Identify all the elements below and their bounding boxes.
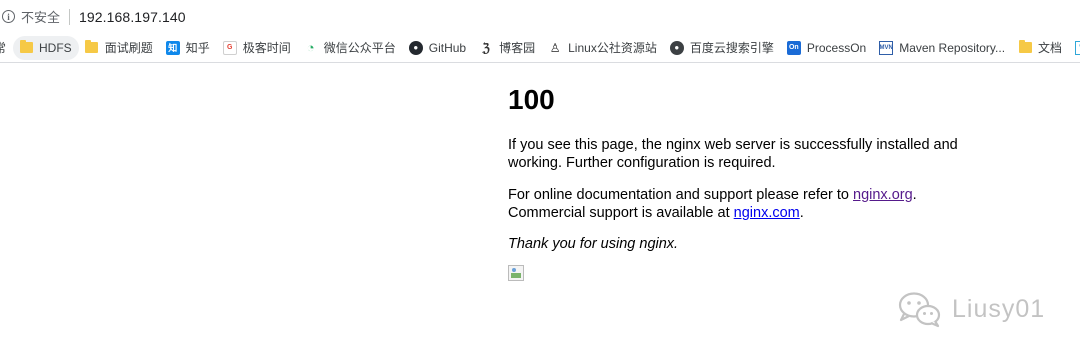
bookmark-maven[interactable]: MVN Maven Repository... [873,36,1012,60]
thanks-paragraph: Thank you for using nginx. [508,236,679,252]
info-icon[interactable]: i [2,10,15,23]
processon-icon: On [786,40,801,55]
bookmark-interview[interactable]: 面试刷题 [79,36,160,60]
commercial-period: . [799,205,804,221]
nginx-com-link[interactable]: nginx.com [734,205,800,221]
folder-icon [1018,40,1032,55]
bookmark-label: Linux公社资源站 [568,41,657,55]
folder-icon [19,40,33,55]
bookmark-wechat-mp[interactable]: ◔ 微信公众平台 [298,36,403,60]
bookmark-label: 百度云搜索引擎 [689,41,774,55]
bookmark-zhihu[interactable]: 知 知乎 [160,36,217,60]
geektime-icon: G [222,40,237,55]
security-status[interactable]: 不安全 [21,7,60,26]
bookmark-label: 常 [0,39,6,56]
wechat-watermark-icon [898,292,941,328]
address-divider [69,8,71,25]
nginx-org-link[interactable]: nginx.org [853,187,913,203]
bookmark-baidu-search[interactable]: ● 百度云搜索引擎 [664,36,781,60]
docs-text: For online documentation and support ple… [508,187,853,203]
bookmark-github[interactable]: ● GitHub [403,36,473,60]
zhihu-icon: 知 [165,40,180,55]
bookmark-label: 文档 [1038,41,1063,55]
page-title: 100 [508,84,555,115]
docs-paragraph: For online documentation and support ple… [508,186,978,222]
wj-icon: W [1075,40,1080,55]
url-text[interactable]: 192.168.197.140 [79,9,186,25]
wechat-icon: ◔ [306,40,315,55]
bookmark-docs[interactable]: 文档 [1012,36,1069,60]
address-bar[interactable]: i 不安全 192.168.197.140 [0,0,1080,33]
bookmark-label: 微信公众平台 [323,41,396,55]
bookmark-cnblogs[interactable]: ℨ 博客园 [473,36,542,60]
commercial-text: Commercial support is available at [508,205,734,221]
maven-icon: MVN [879,40,894,55]
folder-icon [85,40,99,55]
cnblogs-icon: ℨ [482,40,490,55]
bookmark-truncated[interactable]: 常 [0,36,13,60]
bookmark-label: 博客园 [499,41,536,55]
bookmark-label: Maven Repository... [899,40,1006,55]
intro-paragraph: If you see this page, the nginx web serv… [508,137,958,171]
bookmark-label: GitHub [428,40,467,55]
bookmark-label: 面试刷题 [104,41,153,55]
linux-icon: ♙ [549,40,561,55]
bookmark-hdfs[interactable]: HDFS [13,35,79,60]
bookmark-label: ProcessOn [806,40,867,55]
watermark: Liusy01 [896,290,1045,328]
bookmarks-bar: 常 HDFS 面试刷题 知 知乎 G 极客时间 ◔ 微信公众平台 ● GitHu… [0,33,1080,63]
watermark-text: Liusy01 [952,294,1046,323]
bookmark-label: HDFS [39,40,72,55]
broken-image-icon [508,265,524,281]
bookmark-label: 极客时间 [242,41,291,55]
bookmark-processon[interactable]: On ProcessOn [781,36,873,60]
bookmark-label: 知乎 [185,41,210,55]
baidu-icon: ● [669,40,684,55]
bookmark-truncated-end[interactable]: W [1069,36,1080,60]
page-content: 100 If you see this page, the nginx web … [508,78,978,281]
github-icon: ● [408,40,423,55]
docs-period: . [912,187,917,203]
bookmark-geektime[interactable]: G 极客时间 [217,36,298,60]
bookmark-linux[interactable]: ♙ Linux公社资源站 [542,36,664,60]
